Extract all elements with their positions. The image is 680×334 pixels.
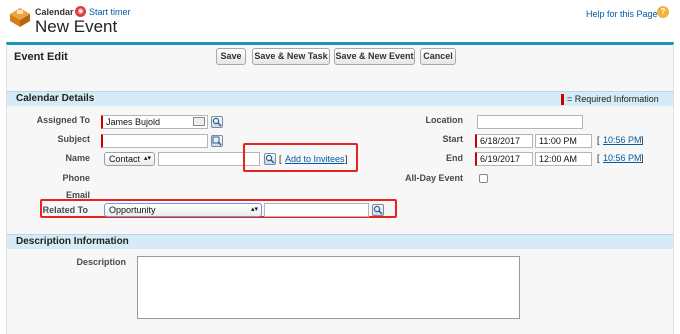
start-now-link[interactable]: 10:56 PM xyxy=(603,135,642,145)
bracket-open: [ xyxy=(597,153,600,163)
end-now-link[interactable]: 10:56 PM xyxy=(603,153,642,163)
bracket-close: ] xyxy=(641,153,644,163)
location-label: Location xyxy=(425,115,464,125)
subject-field[interactable] xyxy=(101,134,208,148)
page-title: New Event xyxy=(35,17,118,36)
subject-label: Subject xyxy=(57,134,90,144)
save-button[interactable]: Save xyxy=(216,48,246,65)
end-date-field[interactable]: 6/19/2017 xyxy=(475,152,533,166)
assigned-to-lookup-icon[interactable] xyxy=(211,116,223,128)
calendar-details-title: Calendar Details xyxy=(16,93,95,104)
description-textarea[interactable] xyxy=(137,256,520,319)
calendar-app-icon xyxy=(8,6,32,28)
save-new-event-button[interactable]: Save & New Event xyxy=(334,48,415,65)
required-note: = Required Information xyxy=(567,94,659,104)
start-label: Start xyxy=(442,134,463,144)
save-new-task-button[interactable]: Save & New Task xyxy=(252,48,330,65)
description-label: Description xyxy=(76,257,126,267)
end-label: End xyxy=(446,153,463,163)
help-icon[interactable]: ? xyxy=(657,6,669,18)
app-label: Calendar xyxy=(35,7,74,17)
related-to-type-select[interactable]: Opportunity ▴▾ xyxy=(104,203,262,217)
select-arrows-icon: ▴▾ xyxy=(250,206,258,213)
bracket-close: ] xyxy=(345,154,348,164)
add-to-invitees-link[interactable]: Add to Invitees xyxy=(285,154,345,164)
timer-icon[interactable]: ◉ xyxy=(75,6,86,17)
bracket-open: [ xyxy=(279,154,282,164)
start-timer-link[interactable]: Start timer xyxy=(89,7,131,17)
related-to-lookup-icon[interactable] xyxy=(372,204,384,216)
panel-title: Event Edit xyxy=(14,51,68,63)
name-type-value: Contact xyxy=(109,154,141,164)
help-link[interactable]: Help for this Page xyxy=(586,9,658,19)
all-day-event-checkbox[interactable] xyxy=(479,174,488,183)
bracket-open: [ xyxy=(597,135,600,145)
assigned-to-label: Assigned To xyxy=(36,115,90,125)
start-time-field[interactable]: 11:00 PM xyxy=(535,134,592,148)
start-date-field[interactable]: 6/18/2017 xyxy=(475,134,533,148)
bracket-close: ] xyxy=(641,135,644,145)
related-to-type-value: Opportunity xyxy=(109,205,156,215)
phone-label: Phone xyxy=(62,173,90,183)
name-label: Name xyxy=(65,153,90,163)
subject-combobox-icon[interactable] xyxy=(211,135,223,147)
user-list-icon[interactable] xyxy=(193,117,205,126)
required-indicator xyxy=(561,94,564,105)
name-lookup-icon[interactable] xyxy=(264,153,276,165)
name-type-select[interactable]: Contact ▴▾ xyxy=(104,152,155,166)
select-arrows-icon: ▴▾ xyxy=(143,155,151,162)
cancel-button[interactable]: Cancel xyxy=(420,48,456,65)
assigned-to-field[interactable]: James Bujold xyxy=(101,115,208,129)
end-time-field[interactable]: 12:00 AM xyxy=(535,152,592,166)
location-field[interactable] xyxy=(477,115,583,129)
all-day-event-label: All-Day Event xyxy=(404,173,463,183)
related-to-field[interactable] xyxy=(264,203,369,217)
description-info-title: Description Information xyxy=(16,236,129,247)
